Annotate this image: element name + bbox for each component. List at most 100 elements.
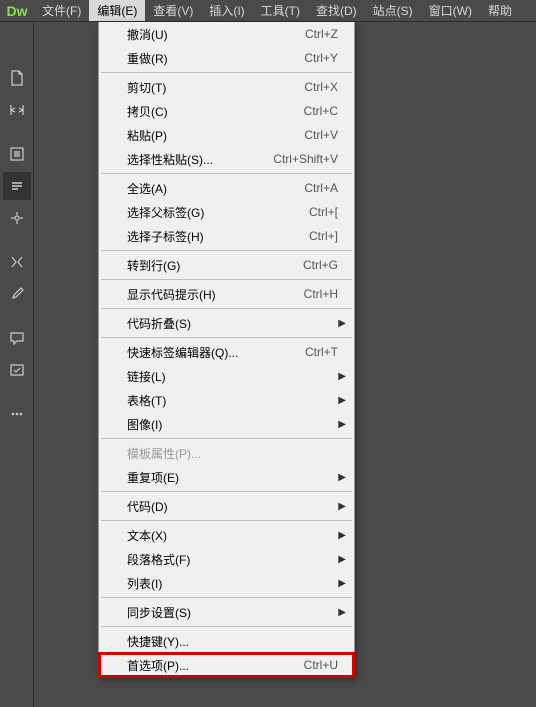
menu-3[interactable]: 插入(I) xyxy=(201,0,252,21)
menu-separator xyxy=(101,279,352,280)
menu-item-label: 转到行(G) xyxy=(127,257,303,274)
menu-item[interactable]: 粘贴(P)Ctrl+V xyxy=(99,123,354,147)
menu-item-label: 同步设置(S) xyxy=(127,604,346,621)
comment-icon[interactable] xyxy=(3,324,31,352)
submenu-arrow-icon: ▶ xyxy=(338,530,346,541)
menu-item-label: 表格(T) xyxy=(127,392,346,409)
menu-separator xyxy=(101,626,352,627)
menu-4[interactable]: 工具(T) xyxy=(253,0,308,21)
lines-icon[interactable] xyxy=(3,172,31,200)
more-icon[interactable] xyxy=(3,400,31,428)
menu-item-label: 重做(R) xyxy=(127,50,304,67)
menu-item-shortcut: Ctrl+[ xyxy=(309,205,346,219)
menu-item[interactable]: 快捷键(Y)... xyxy=(99,629,354,653)
menu-6[interactable]: 站点(S) xyxy=(365,0,421,21)
submenu-arrow-icon: ▶ xyxy=(338,371,346,382)
manage-icon[interactable] xyxy=(3,96,31,124)
menu-item-shortcut: Ctrl+Z xyxy=(305,27,346,41)
menu-separator xyxy=(101,173,352,174)
menu-item-label: 模板属性(P)... xyxy=(127,445,346,462)
menu-separator xyxy=(101,438,352,439)
menu-item[interactable]: 转到行(G)Ctrl+G xyxy=(99,253,354,277)
menu-item-label: 撤消(U) xyxy=(127,26,305,43)
menu-item[interactable]: 快速标签编辑器(Q)...Ctrl+T xyxy=(99,340,354,364)
menu-8[interactable]: 帮助 xyxy=(480,0,520,21)
submenu-arrow-icon: ▶ xyxy=(338,472,346,483)
menu-2[interactable]: 查看(V) xyxy=(145,0,201,21)
menu-1[interactable]: 编辑(E) xyxy=(89,0,145,21)
wrap-icon[interactable] xyxy=(3,356,31,384)
menu-item[interactable]: 代码折叠(S)▶ xyxy=(99,311,354,335)
menu-item-label: 拷贝(C) xyxy=(127,103,304,120)
menu-separator xyxy=(101,250,352,251)
file-icon[interactable] xyxy=(3,64,31,92)
submenu-arrow-icon: ▶ xyxy=(338,395,346,406)
menu-item-label: 图像(I) xyxy=(127,416,346,433)
submenu-arrow-icon: ▶ xyxy=(338,607,346,618)
menu-separator xyxy=(101,597,352,598)
menu-item-label: 首选项(P)... xyxy=(127,657,304,674)
menu-item-shortcut: Ctrl+V xyxy=(304,128,346,142)
menu-item-shortcut: Ctrl+X xyxy=(304,80,346,94)
menubar: Dw 文件(F)编辑(E)查看(V)插入(I)工具(T)查找(D)站点(S)窗口… xyxy=(0,0,536,22)
menu-item[interactable]: 同步设置(S)▶ xyxy=(99,600,354,624)
collapse-icon[interactable] xyxy=(3,248,31,276)
menu-item-shortcut: Ctrl+Y xyxy=(304,51,346,65)
menu-item-label: 选择父标签(G) xyxy=(127,204,309,221)
menu-item[interactable]: 段落格式(F)▶ xyxy=(99,547,354,571)
menu-item-shortcut: Ctrl+G xyxy=(303,258,346,272)
menu-item[interactable]: 选择父标签(G)Ctrl+[ xyxy=(99,200,354,224)
menu-item-label: 选择子标签(H) xyxy=(127,228,309,245)
menu-0[interactable]: 文件(F) xyxy=(34,0,89,21)
menu-7[interactable]: 窗口(W) xyxy=(421,0,480,21)
list-icon[interactable] xyxy=(3,140,31,168)
submenu-arrow-icon: ▶ xyxy=(338,419,346,430)
left-toolbar xyxy=(0,22,34,707)
menu-item-label: 代码折叠(S) xyxy=(127,315,346,332)
menu-item-label: 代码(D) xyxy=(127,498,346,515)
menu-separator xyxy=(101,308,352,309)
menu-item[interactable]: 表格(T)▶ xyxy=(99,388,354,412)
menu-item-label: 全选(A) xyxy=(127,180,304,197)
menu-item[interactable]: 剪切(T)Ctrl+X xyxy=(99,75,354,99)
menu-item-shortcut: Ctrl+U xyxy=(304,658,346,672)
menu-item-label: 重复项(E) xyxy=(127,469,346,486)
menu-item[interactable]: 选择子标签(H)Ctrl+] xyxy=(99,224,354,248)
menu-item[interactable]: 拷贝(C)Ctrl+C xyxy=(99,99,354,123)
edit-menu-dropdown: 撤消(U)Ctrl+Z重做(R)Ctrl+Y剪切(T)Ctrl+X拷贝(C)Ct… xyxy=(98,22,355,678)
menu-item[interactable]: 文本(X)▶ xyxy=(99,523,354,547)
brush-icon[interactable] xyxy=(3,280,31,308)
menu-separator xyxy=(101,337,352,338)
menu-item[interactable]: 重做(R)Ctrl+Y xyxy=(99,46,354,70)
menu-item-shortcut: Ctrl+T xyxy=(305,345,346,359)
menu-item[interactable]: 重复项(E)▶ xyxy=(99,465,354,489)
menu-item-label: 显示代码提示(H) xyxy=(127,286,304,303)
menu-item-label: 快速标签编辑器(Q)... xyxy=(127,344,305,361)
menu-item[interactable]: 列表(I)▶ xyxy=(99,571,354,595)
menu-item[interactable]: 图像(I)▶ xyxy=(99,412,354,436)
menu-item[interactable]: 显示代码提示(H)Ctrl+H xyxy=(99,282,354,306)
menu-item[interactable]: 代码(D)▶ xyxy=(99,494,354,518)
menu-item-shortcut: Ctrl+] xyxy=(309,229,346,243)
menu-5[interactable]: 查找(D) xyxy=(308,0,365,21)
menu-separator xyxy=(101,491,352,492)
menu-item-label: 列表(I) xyxy=(127,575,346,592)
menu-item-shortcut: Ctrl+H xyxy=(304,287,346,301)
menu-item-label: 选择性粘贴(S)... xyxy=(127,151,273,168)
menu-item[interactable]: 全选(A)Ctrl+A xyxy=(99,176,354,200)
menu-item-label: 粘贴(P) xyxy=(127,127,304,144)
menu-item-label: 段落格式(F) xyxy=(127,551,346,568)
menu-item-shortcut: Ctrl+C xyxy=(304,104,346,118)
submenu-arrow-icon: ▶ xyxy=(338,554,346,565)
app-logo: Dw xyxy=(0,0,34,21)
menu-item[interactable]: 首选项(P)...Ctrl+U xyxy=(99,653,354,677)
submenu-arrow-icon: ▶ xyxy=(338,578,346,589)
menu-item-label: 链接(L) xyxy=(127,368,346,385)
menu-item[interactable]: 链接(L)▶ xyxy=(99,364,354,388)
menu-item[interactable]: 选择性粘贴(S)...Ctrl+Shift+V xyxy=(99,147,354,171)
menu-item[interactable]: 模板属性(P)... xyxy=(99,441,354,465)
menu-item-shortcut: Ctrl+A xyxy=(304,181,346,195)
target-icon[interactable] xyxy=(3,204,31,232)
menu-item[interactable]: 撤消(U)Ctrl+Z xyxy=(99,22,354,46)
menu-separator xyxy=(101,72,352,73)
